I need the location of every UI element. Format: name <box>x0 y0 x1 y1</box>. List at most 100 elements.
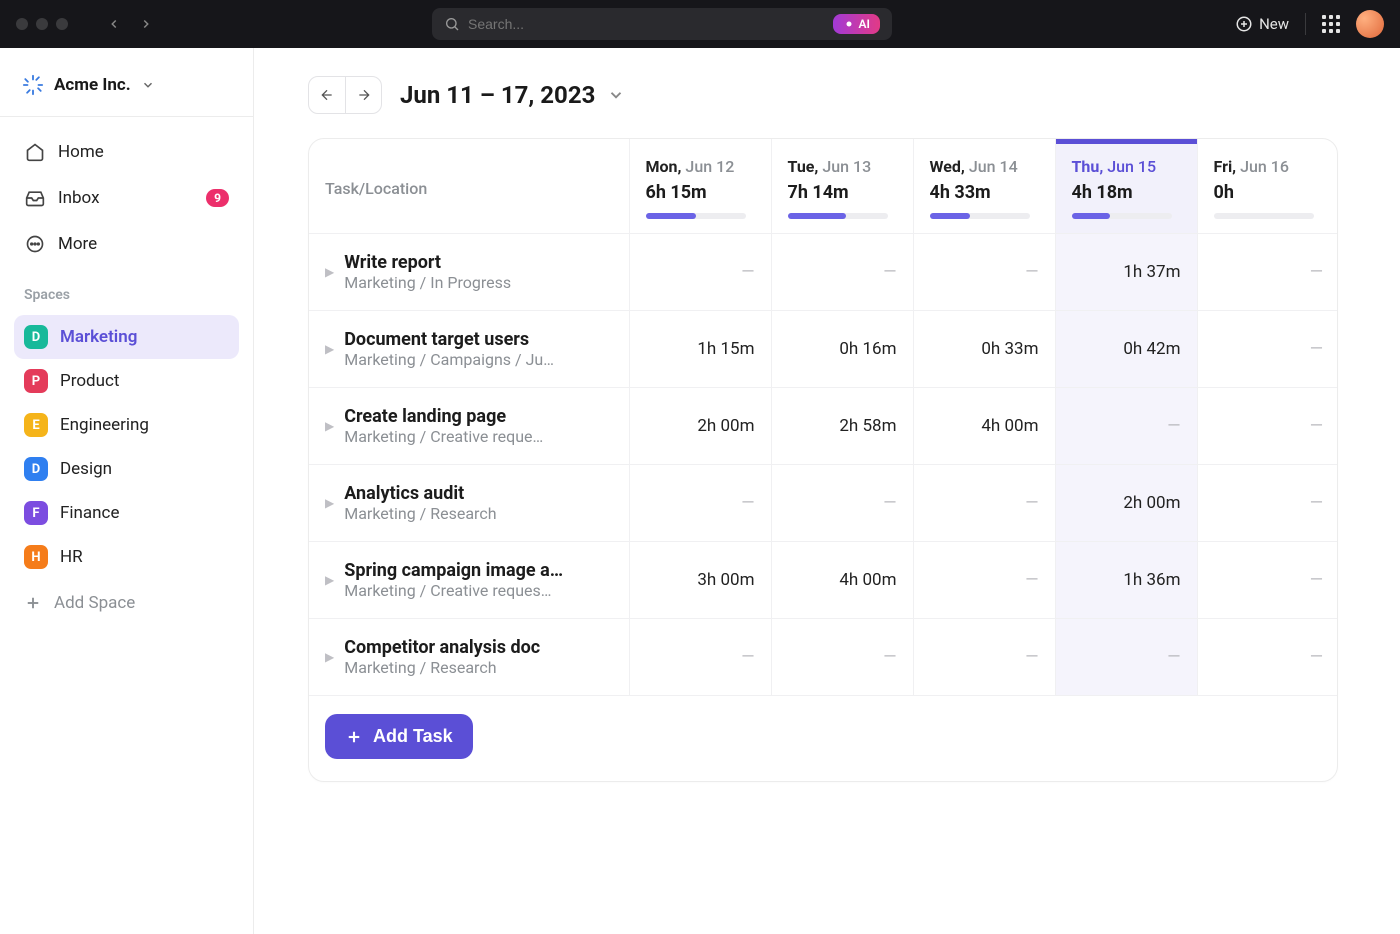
time-cell[interactable]: 0h 33m <box>913 311 1055 388</box>
nav-forward-button[interactable] <box>132 10 160 38</box>
ai-button[interactable]: AI <box>833 14 880 34</box>
apps-grid-icon[interactable] <box>1322 15 1340 33</box>
add-space-button[interactable]: Add Space <box>14 583 239 623</box>
day-header[interactable]: Mon, Jun 12 6h 15m <box>629 139 771 234</box>
space-badge-icon: D <box>24 325 48 349</box>
task-row: ▶ Competitor analysis doc Marketing / Re… <box>309 619 1338 696</box>
search-input-container[interactable]: AI <box>432 8 892 40</box>
task-title: Spring campaign image a… <box>344 560 612 581</box>
time-cell[interactable]: 0h 42m <box>1055 311 1197 388</box>
sidebar-space-hr[interactable]: HHR <box>14 535 239 579</box>
time-cell[interactable]: 4h 00m <box>771 542 913 619</box>
ai-label: AI <box>859 17 870 31</box>
search-input[interactable] <box>468 16 825 32</box>
sidebar-space-engineering[interactable]: EEngineering <box>14 403 239 447</box>
time-cell[interactable]: 1h 37m <box>1055 234 1197 311</box>
time-cell[interactable]: 2h 58m <box>771 388 913 465</box>
time-cell[interactable]: — <box>1197 311 1338 388</box>
time-cell[interactable]: — <box>1197 388 1338 465</box>
day-header[interactable]: Tue, Jun 13 7h 14m <box>771 139 913 234</box>
expand-caret-icon[interactable]: ▶ <box>325 342 334 356</box>
time-cell[interactable]: — <box>913 619 1055 696</box>
time-cell[interactable]: — <box>629 619 771 696</box>
workspace-logo-icon <box>22 74 44 96</box>
time-cell[interactable]: — <box>771 465 913 542</box>
task-cell[interactable]: ▶ Competitor analysis doc Marketing / Re… <box>309 619 629 696</box>
task-path: Marketing / Research <box>344 658 612 677</box>
time-cell[interactable]: — <box>1055 388 1197 465</box>
time-cell[interactable]: — <box>1197 234 1338 311</box>
time-cell[interactable]: 2h 00m <box>1055 465 1197 542</box>
time-cell[interactable]: — <box>1197 542 1338 619</box>
next-week-button[interactable] <box>345 77 381 113</box>
task-cell[interactable]: ▶ Write report Marketing / In Progress <box>309 234 629 311</box>
task-path: Marketing / Campaigns / Ju… <box>344 350 612 369</box>
workspace-name: Acme Inc. <box>54 75 131 95</box>
time-cell[interactable]: 1h 36m <box>1055 542 1197 619</box>
sidebar-space-finance[interactable]: FFinance <box>14 491 239 535</box>
task-path: Marketing / Creative reque… <box>344 427 612 446</box>
time-cell[interactable]: — <box>771 619 913 696</box>
prev-week-button[interactable] <box>309 77 345 113</box>
expand-caret-icon[interactable]: ▶ <box>325 496 334 510</box>
time-cell[interactable]: — <box>913 234 1055 311</box>
nav-back-button[interactable] <box>100 10 128 38</box>
plus-circle-icon <box>1235 15 1253 33</box>
time-cell[interactable]: 0h 16m <box>771 311 913 388</box>
task-column-header: Task/Location <box>309 139 629 234</box>
traffic-dot[interactable] <box>16 18 28 30</box>
time-cell[interactable]: — <box>913 465 1055 542</box>
sparkle-icon <box>843 18 855 30</box>
expand-caret-icon[interactable]: ▶ <box>325 650 334 664</box>
workspace-switcher[interactable]: Acme Inc. <box>14 64 239 106</box>
space-name: Design <box>60 459 112 479</box>
task-title: Competitor analysis doc <box>344 637 612 658</box>
expand-caret-icon[interactable]: ▶ <box>325 265 334 279</box>
sidebar-space-marketing[interactable]: DMarketing <box>14 315 239 359</box>
time-cell[interactable]: — <box>1197 465 1338 542</box>
nav-inbox[interactable]: Inbox 9 <box>14 177 239 219</box>
task-title: Create landing page <box>344 406 612 427</box>
time-cell[interactable]: 3h 00m <box>629 542 771 619</box>
time-cell[interactable]: 2h 00m <box>629 388 771 465</box>
time-cell[interactable]: — <box>1055 619 1197 696</box>
nav-more[interactable]: More <box>14 223 239 265</box>
task-cell[interactable]: ▶ Spring campaign image a… Marketing / C… <box>309 542 629 619</box>
date-range-picker[interactable]: Jun 11 – 17, 2023 <box>400 81 625 109</box>
time-cell[interactable]: — <box>1197 619 1338 696</box>
sidebar-space-design[interactable]: DDesign <box>14 447 239 491</box>
topbar: AI New <box>0 0 1400 48</box>
day-header[interactable]: Thu, Jun 15 4h 18m <box>1055 139 1197 234</box>
inbox-icon <box>24 187 46 209</box>
day-header[interactable]: Fri, Jun 16 0h <box>1197 139 1338 234</box>
day-header[interactable]: Wed, Jun 14 4h 33m <box>913 139 1055 234</box>
time-cell[interactable]: — <box>629 234 771 311</box>
new-button[interactable]: New <box>1235 15 1289 33</box>
task-cell[interactable]: ▶ Analytics audit Marketing / Research <box>309 465 629 542</box>
nav-label: Inbox <box>58 188 100 208</box>
overflow-fade <box>1340 48 1400 934</box>
task-row: ▶ Spring campaign image a… Marketing / C… <box>309 542 1338 619</box>
time-cell[interactable]: — <box>913 542 1055 619</box>
expand-caret-icon[interactable]: ▶ <box>325 573 334 587</box>
add-task-button[interactable]: Add Task <box>325 714 473 759</box>
time-cell[interactable]: — <box>629 465 771 542</box>
main-content: Jun 11 – 17, 2023 Task/Location Mon, Jun… <box>254 48 1400 934</box>
inbox-badge: 9 <box>206 189 229 207</box>
window-controls <box>16 18 68 30</box>
task-cell[interactable]: ▶ Document target users Marketing / Camp… <box>309 311 629 388</box>
task-cell[interactable]: ▶ Create landing page Marketing / Creati… <box>309 388 629 465</box>
task-path: Marketing / Research <box>344 504 612 523</box>
expand-caret-icon[interactable]: ▶ <box>325 419 334 433</box>
time-cell[interactable]: 4h 00m <box>913 388 1055 465</box>
traffic-dot[interactable] <box>36 18 48 30</box>
task-title: Analytics audit <box>344 483 612 504</box>
avatar[interactable] <box>1356 10 1384 38</box>
time-cell[interactable]: — <box>771 234 913 311</box>
nav-home[interactable]: Home <box>14 131 239 173</box>
sidebar-space-product[interactable]: PProduct <box>14 359 239 403</box>
chevron-down-icon <box>141 78 155 92</box>
traffic-dot[interactable] <box>56 18 68 30</box>
time-cell[interactable]: 1h 15m <box>629 311 771 388</box>
chevron-down-icon <box>607 86 625 104</box>
